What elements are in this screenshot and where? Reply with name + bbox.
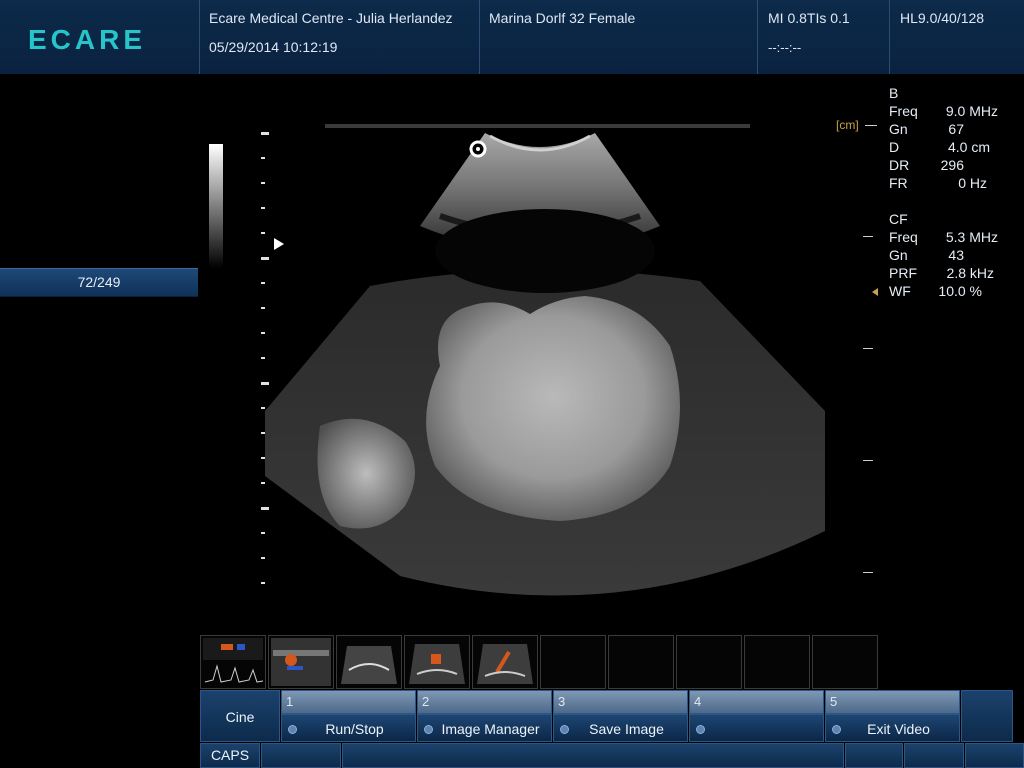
thumbnail-4[interactable]	[404, 635, 470, 689]
function-key-4-button[interactable]	[689, 714, 824, 742]
exit-video-button[interactable]: Exit Video	[825, 714, 960, 742]
probe-info: HL9.0/40/128	[900, 10, 985, 26]
dark-region	[435, 209, 655, 293]
cf-freq-value: 5.3 MHz	[945, 229, 998, 245]
thumbnail-5-image	[477, 644, 533, 684]
b-mode-title: B	[889, 85, 899, 101]
b-freq-value: 9.0 MHz	[945, 103, 998, 119]
function-key-4-number: 4	[689, 690, 824, 714]
scale-tick-2	[863, 236, 873, 237]
image-manager-label: Image Manager	[441, 721, 540, 737]
radio-dot-icon	[288, 725, 297, 734]
b-depth-label: D	[889, 139, 900, 155]
thumbnail-1[interactable]	[200, 635, 266, 689]
thumbnail-slot-10[interactable]	[812, 635, 878, 689]
status-segment-4	[904, 743, 964, 768]
thumbnail-slot-9[interactable]	[744, 635, 810, 689]
cf-prf-label: PRF	[889, 265, 917, 281]
patient-info: Marina Dorlf 32 Female	[489, 10, 636, 26]
exam-timer: --:--:--	[768, 40, 802, 55]
thumbnail-slot-6[interactable]	[540, 635, 606, 689]
save-image-button[interactable]: Save Image	[553, 714, 688, 742]
thumbnail-3-image	[341, 646, 397, 684]
ecare-logo: ECARE	[28, 24, 147, 55]
probe-surface-line	[325, 124, 750, 128]
thumbnail-slot-8[interactable]	[676, 635, 742, 689]
thumbnail-1-image	[203, 638, 264, 683]
thumbnail-slot-7[interactable]	[608, 635, 674, 689]
facility-name: Ecare Medical Centre - Julia Herlandez	[209, 10, 453, 26]
image-manager-button[interactable]: Image Manager	[417, 714, 552, 742]
status-segment-2	[342, 743, 844, 768]
function-key-3-number: 3	[553, 690, 688, 714]
scale-tick-5	[863, 572, 873, 573]
cm-tick	[865, 125, 877, 126]
caps-indicator: CAPS	[200, 743, 260, 768]
b-gain-label: Gn	[889, 121, 908, 137]
function-key-5-number: 5	[825, 690, 960, 714]
scale-tick-3	[863, 348, 873, 349]
wf-pointer-icon	[872, 288, 878, 296]
header-facility-cell: Ecare Medical Centre - Julia Herlandez 0…	[200, 0, 480, 74]
function-key-1-number: 1	[281, 690, 416, 714]
header-logo-cell: ECARE	[0, 0, 200, 74]
b-freq-label: Freq	[889, 103, 918, 119]
cf-wf-value: 10.0 %	[938, 283, 982, 299]
toolbar-right-panel	[961, 690, 1013, 742]
cf-prf-value: 2.8 kHz	[946, 265, 994, 281]
mi-tis-index: MI 0.8TIs 0.1	[768, 10, 850, 26]
focus-marker-dot	[476, 147, 480, 151]
b-gain-value: 67	[948, 121, 964, 137]
b-dr-label: DR	[889, 157, 910, 173]
status-segment-3	[845, 743, 903, 768]
b-dr-value: 296	[940, 157, 964, 173]
focus-depth-triangle	[274, 238, 284, 250]
radio-dot-icon	[560, 725, 569, 734]
thumbnail-3[interactable]	[336, 635, 402, 689]
cf-freq-label: Freq	[889, 229, 918, 245]
function-key-2-number: 2	[417, 690, 552, 714]
cf-gain-label: Gn	[889, 247, 908, 263]
thumbnail-4-image	[409, 644, 465, 684]
header-index-cell: MI 0.8TIs 0.1 --:--:--	[758, 0, 890, 74]
depth-ruler	[261, 132, 269, 584]
status-segment-1	[261, 743, 341, 768]
thumbnail-5[interactable]	[472, 635, 538, 689]
cine-frame-counter: 72/249	[0, 268, 198, 297]
status-segment-5	[965, 743, 1024, 768]
cf-mode-title: CF	[889, 211, 908, 227]
caps-label: CAPS	[210, 747, 250, 763]
run-stop-label: Run/Stop	[325, 721, 384, 737]
save-image-label: Save Image	[589, 721, 664, 737]
cf-gain-value: 43	[948, 247, 964, 263]
radio-dot-icon	[696, 725, 705, 734]
b-fr-value: 0 Hz	[958, 175, 987, 191]
thumbnail-2-image	[271, 638, 331, 686]
cine-button-label: Cine	[225, 709, 255, 725]
cf-wf-label: WF	[889, 283, 911, 299]
ultrasound-image	[209, 124, 825, 596]
bright-mass	[426, 296, 680, 521]
b-fr-label: FR	[889, 175, 908, 191]
thumbnail-2[interactable]	[268, 635, 334, 689]
b-depth-value: 4.0 cm	[947, 139, 990, 155]
cine-button[interactable]: Cine	[200, 690, 280, 742]
scale-tick-4	[863, 460, 873, 461]
run-stop-button[interactable]: Run/Stop	[281, 714, 416, 742]
radio-dot-icon	[832, 725, 841, 734]
exam-datetime: 05/29/2014 10:12:19	[209, 39, 338, 55]
header-probe-cell: HL9.0/40/128	[890, 0, 1024, 74]
exit-video-label: Exit Video	[867, 721, 930, 737]
grayscale-bar	[209, 144, 223, 268]
cm-unit-label: [cm]	[836, 118, 859, 132]
header-patient-cell: Marina Dorlf 32 Female	[480, 0, 758, 74]
radio-dot-icon	[424, 725, 433, 734]
